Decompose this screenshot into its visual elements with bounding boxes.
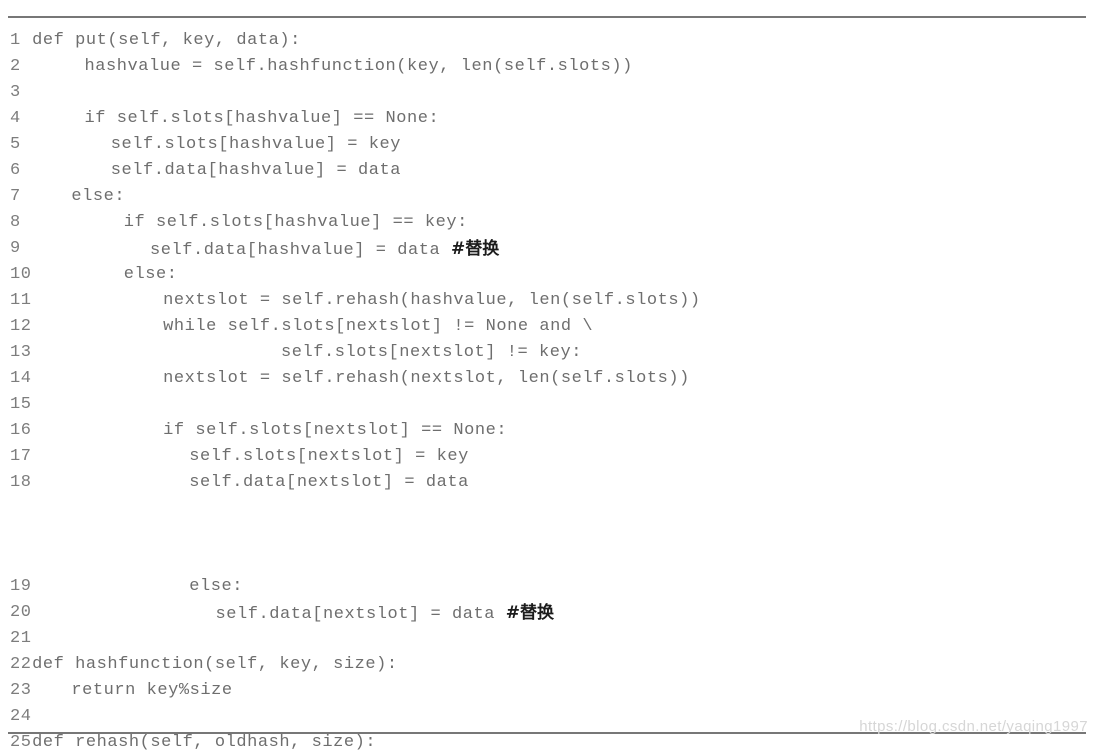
code-text: while self.slots[nextslot] != None and \ [163,317,594,336]
line-number: 17 [10,447,32,466]
line-number: 19 [10,577,32,596]
code-line: 5 self.slots[hashvalue] = key [0,132,1094,158]
inline-comment-cjk: #替换 [505,603,555,623]
code-text: else: [71,187,126,206]
code-line: 21 [0,626,1094,652]
code-text: if self.slots[hashvalue] == key: [123,213,468,232]
line-number: 7 [10,187,21,206]
code-text: self.slots[hashvalue] = key [110,135,401,154]
line-number: 8 [10,213,21,232]
code-text: else: [189,577,244,596]
code-listing-page: 1 def put(self, key, data): 2 hashvalue = s… [0,0,1094,752]
code-text: self.slots[nextslot] = key [189,447,469,466]
code-line: 10 else: [0,262,1094,288]
top-divider-rule [8,16,1086,18]
line-number: 20 [10,603,32,622]
code-line: 14 nextslot = self.rehash(nextslot, len(s… [0,366,1094,392]
code-line: 1 def put(self, key, data): [0,28,1094,54]
code-line: 7 else: [0,184,1094,210]
code-text: def hashfunction(self, key, size): [32,655,398,674]
code-line: 15 [0,392,1094,418]
code-line: 9 self.data[hashvalue] = data #替换 [0,236,1094,262]
code-text: nextslot = self.rehash(nextslot, len(sel… [163,369,690,388]
line-number: 16 [10,421,32,440]
code-line: 2 hashvalue = self.hashfunction(key, len(… [0,54,1094,80]
line-number: 9 [10,239,21,258]
code-blank-gap [0,496,1094,574]
code-line: 11 nextslot = self.rehash(hashvalue, len(… [0,288,1094,314]
code-text: self.data[hashvalue] = data #替换 [150,239,500,260]
code-text: return key%size [71,681,233,700]
code-text: hashvalue = self.hashfunction(key, len(s… [84,57,633,76]
line-number: 18 [10,473,32,492]
line-number: 13 [10,343,32,362]
line-number: 3 [10,83,21,102]
code-line: 16 if self.slots[nextslot] == None: [0,418,1094,444]
code-text: if self.slots[nextslot] == None: [163,421,508,440]
line-number: 23 [10,681,32,700]
code-line: 23 return key%size [0,678,1094,704]
watermark-text: https://blog.csdn.net/yaqing1997 [859,718,1088,735]
code-text: if self.slots[hashvalue] == None: [84,109,440,128]
code-line: 3 [0,80,1094,106]
code-text: self.slots[nextslot] != key: [281,343,583,362]
code-text: else: [123,265,178,284]
code-line: 17 self.slots[nextslot] = key [0,444,1094,470]
code-text: def put(self, key, data): [32,31,301,50]
code-line: 22 def hashfunction(self, key, size): [0,652,1094,678]
line-number: 24 [10,707,32,726]
code-text: self.data[nextslot] = data [189,473,469,492]
code-line: 13 self.slots[nextslot] != key: [0,340,1094,366]
line-number: 4 [10,109,21,128]
code-line: 4 if self.slots[hashvalue] == None: [0,106,1094,132]
line-number: 15 [10,395,32,414]
line-number: 10 [10,265,32,284]
line-number: 2 [10,57,21,76]
code-listing: 1 def put(self, key, data): 2 hashvalue = s… [0,28,1094,752]
line-number: 21 [10,629,32,648]
line-number: 14 [10,369,32,388]
code-line: 18 self.data[nextslot] = data [0,470,1094,496]
code-text: self.data[hashvalue] = data [110,161,401,180]
line-number: 12 [10,317,32,336]
inline-comment-cjk: #替换 [451,239,500,259]
code-line: 8 if self.slots[hashvalue] == key: [0,210,1094,236]
code-line: 12 while self.slots[nextslot] != None and… [0,314,1094,340]
line-number: 5 [10,135,21,154]
code-text: self.data[nextslot] = data #替换 [215,603,555,624]
code-line: 19 else: [0,574,1094,600]
code-text: nextslot = self.rehash(hashvalue, len(se… [163,291,701,310]
line-number: 11 [10,291,32,310]
line-number: 6 [10,161,21,180]
code-line: 20 self.data[nextslot] = data #替换 [0,600,1094,626]
code-line: 6 self.data[hashvalue] = data [0,158,1094,184]
